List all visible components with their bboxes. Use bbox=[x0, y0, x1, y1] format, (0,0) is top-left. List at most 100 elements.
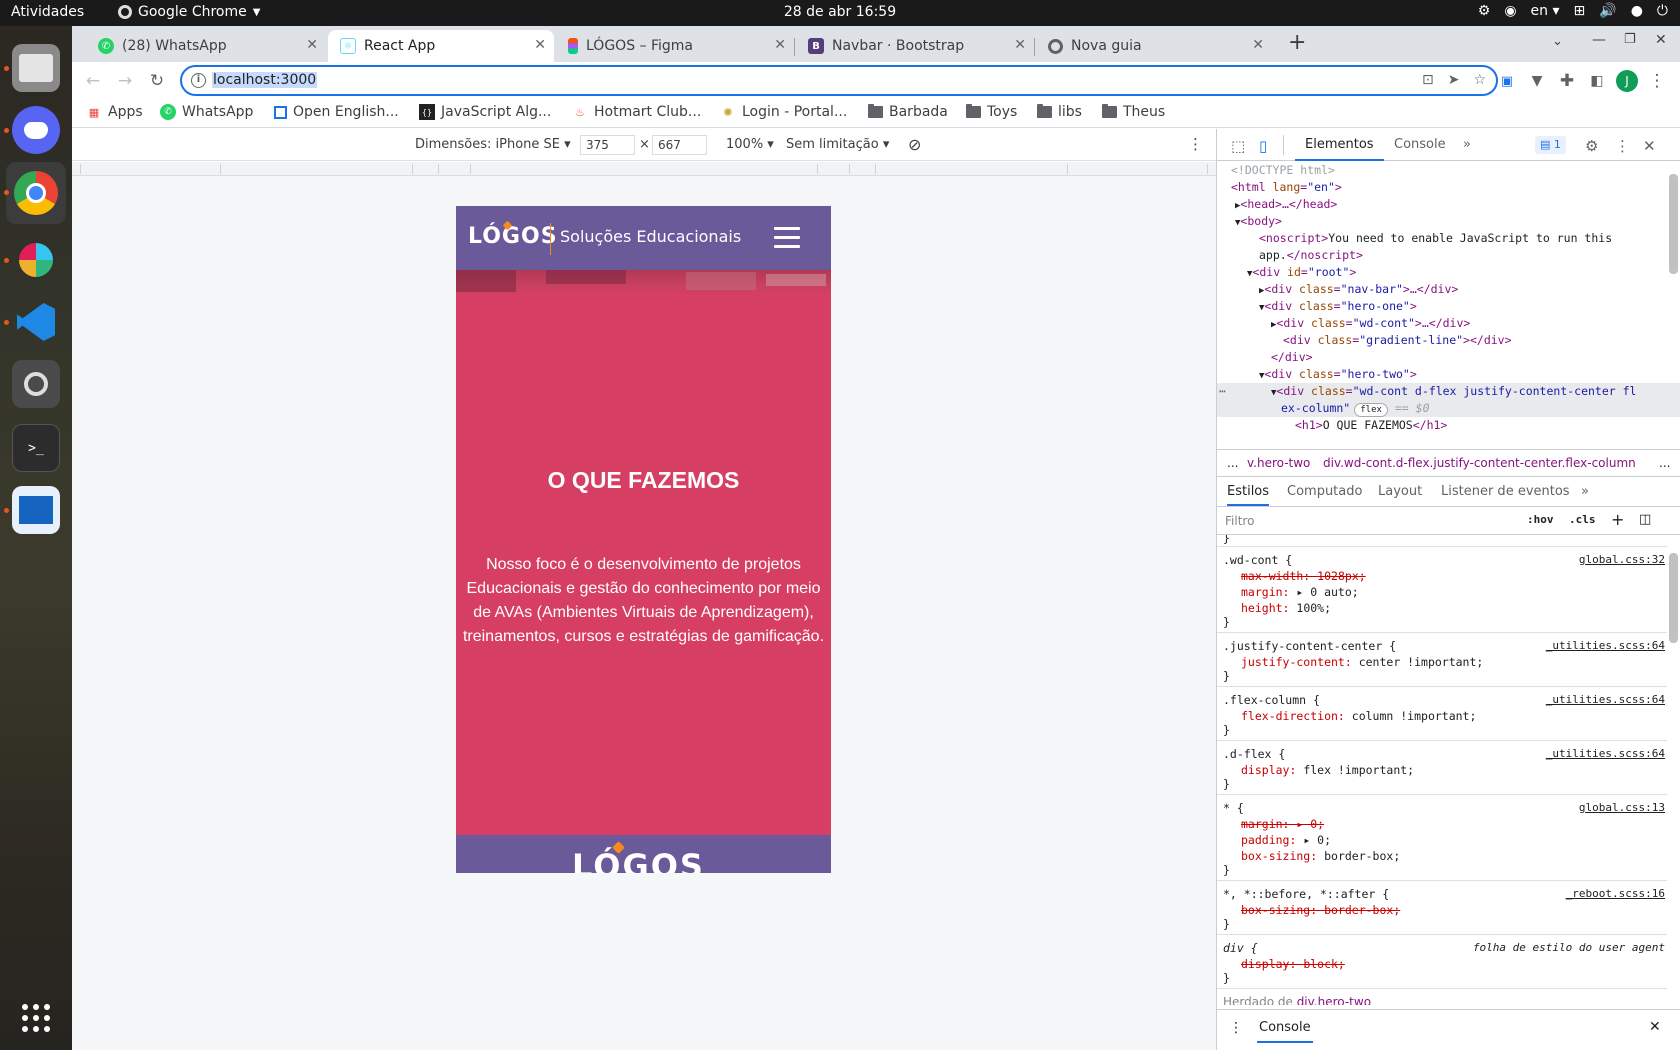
tab-new[interactable]: Nova guia ✕ bbox=[1036, 30, 1272, 62]
activities-button[interactable]: Atividades bbox=[11, 4, 84, 20]
show-apps-icon[interactable] bbox=[12, 994, 60, 1042]
slack-icon[interactable] bbox=[12, 236, 60, 284]
discord-icon[interactable] bbox=[12, 106, 60, 154]
vscode-icon[interactable] bbox=[12, 298, 60, 346]
tab-console[interactable]: Console bbox=[1394, 137, 1446, 152]
discord-tray-icon[interactable]: ◉ bbox=[1504, 3, 1516, 19]
node-options-icon[interactable]: ⋯ bbox=[1219, 383, 1226, 400]
site-info-icon[interactable]: i bbox=[191, 73, 206, 88]
drawer-menu-icon[interactable]: ⋮ bbox=[1229, 1020, 1243, 1036]
close-window-icon[interactable]: ✕ bbox=[1655, 32, 1667, 48]
dom-node[interactable]: <html lang="en"> bbox=[1217, 179, 1680, 196]
dom-node[interactable]: ▶<div class="nav-bar">…</div> bbox=[1217, 281, 1680, 298]
chrome-dock-icon[interactable] bbox=[6, 162, 66, 224]
breadcrumb-item[interactable]: v.hero-two bbox=[1247, 456, 1310, 470]
rule-selector[interactable]: div { bbox=[1223, 941, 1258, 955]
extension-icon[interactable]: ▣ bbox=[1494, 68, 1520, 94]
tab-elements[interactable]: Elementos bbox=[1295, 137, 1384, 161]
dom-node[interactable]: app.</noscript> bbox=[1217, 247, 1680, 264]
tab-react-app[interactable]: ⚛ React App ✕ bbox=[328, 30, 554, 62]
hamburger-menu-icon[interactable] bbox=[774, 227, 800, 249]
breadcrumb-item-current[interactable]: div.wd-cont.d-flex.justify-content-cente… bbox=[1323, 456, 1636, 470]
style-property[interactable]: box-sizing: border-box; bbox=[1241, 903, 1400, 917]
breadcrumb-more[interactable]: ... bbox=[1659, 456, 1670, 470]
tab-figma[interactable]: LÓGOS – Figma ✕ bbox=[556, 30, 794, 62]
device-more-icon[interactable]: ⋮ bbox=[1188, 135, 1203, 153]
toggle-sidebar-icon[interactable]: ◫ bbox=[1639, 512, 1651, 527]
flex-badge[interactable]: flex bbox=[1354, 403, 1388, 417]
dom-node[interactable]: <!DOCTYPE html> bbox=[1217, 162, 1680, 179]
more-subtabs-button[interactable]: » bbox=[1581, 484, 1589, 499]
bookmark-star-icon[interactable]: ☆ bbox=[1473, 72, 1486, 88]
logo[interactable]: LÓGOS bbox=[468, 220, 558, 249]
new-tab-button[interactable]: + bbox=[1288, 30, 1306, 55]
close-tab-icon[interactable]: ✕ bbox=[1014, 37, 1026, 53]
style-rule[interactable]: .wd-cont {global.css:32 max-width: 1028px… bbox=[1217, 549, 1667, 633]
rule-selector[interactable]: *, *::before, *::after { bbox=[1223, 887, 1389, 901]
chrome-menu-icon[interactable]: ⋮ bbox=[1644, 68, 1670, 94]
device-height-input[interactable]: 667 bbox=[652, 135, 707, 155]
extension-v-icon[interactable]: ▼ bbox=[1524, 68, 1550, 94]
rule-source-link[interactable]: _utilities.scss:64 bbox=[1546, 693, 1665, 706]
drawer-tab-console[interactable]: Console bbox=[1257, 1020, 1313, 1043]
media-query-ruler[interactable] bbox=[72, 162, 1216, 176]
rule-source-link[interactable]: _reboot.scss:16 bbox=[1566, 887, 1665, 900]
tab-event-listeners[interactable]: Listener de eventos bbox=[1441, 484, 1570, 499]
tab-layout[interactable]: Layout bbox=[1378, 484, 1422, 499]
profile-avatar[interactable]: J bbox=[1614, 68, 1640, 94]
style-rule[interactable]: *, *::before, *::after { _reboot.scss:16b… bbox=[1217, 883, 1667, 935]
tab-computed[interactable]: Computado bbox=[1287, 484, 1362, 499]
devtools-menu-icon[interactable]: ⋮ bbox=[1615, 137, 1630, 155]
breadcrumb-overflow[interactable]: ... bbox=[1227, 456, 1238, 470]
back-icon[interactable]: ← bbox=[80, 68, 106, 94]
tab-styles[interactable]: Estilos bbox=[1227, 484, 1270, 506]
bookmark-folder-toys[interactable]: Toys bbox=[966, 104, 1017, 120]
style-property[interactable]: justify-content: center !important; bbox=[1241, 655, 1483, 669]
throttle-select[interactable]: Sem limitação ▾ bbox=[786, 137, 889, 152]
zoom-select[interactable]: 100% ▾ bbox=[726, 137, 774, 152]
device-toggle-icon[interactable]: ▯ bbox=[1259, 137, 1267, 155]
style-property[interactable]: margin: ▸ 0; bbox=[1241, 817, 1324, 831]
new-rule-button[interactable]: + bbox=[1611, 510, 1624, 529]
dom-node[interactable]: <h1>O QUE FAZEMOS</h1> bbox=[1217, 417, 1680, 432]
inspect-element-icon[interactable]: ⬚ bbox=[1231, 137, 1245, 155]
dom-node[interactable]: ▶<head>…</head> bbox=[1217, 196, 1680, 213]
terminal-icon[interactable]: >_ bbox=[12, 424, 60, 472]
close-tab-icon[interactable]: ✕ bbox=[1252, 37, 1264, 53]
rule-source-link[interactable]: global.css:32 bbox=[1579, 553, 1665, 566]
minimize-icon[interactable]: — bbox=[1592, 32, 1606, 48]
rule-selector[interactable]: * { bbox=[1223, 801, 1244, 815]
extensions-puzzle-icon[interactable]: ✚ bbox=[1554, 68, 1580, 94]
style-property[interactable]: padding: ▸ 0; bbox=[1241, 833, 1331, 847]
volume-icon[interactable]: 🔊 bbox=[1599, 3, 1616, 19]
files-icon[interactable] bbox=[12, 44, 60, 92]
style-property[interactable]: display: block; bbox=[1241, 957, 1345, 971]
app-icon[interactable] bbox=[12, 486, 60, 534]
power-icon[interactable]: ⏻ bbox=[1657, 3, 1668, 19]
close-tab-icon[interactable]: ✕ bbox=[306, 37, 318, 53]
rotate-icon[interactable]: ⊘ bbox=[908, 135, 921, 154]
tab-bootstrap[interactable]: B Navbar · Bootstrap ✕ bbox=[796, 30, 1034, 62]
bookmark-folder-theus[interactable]: Theus bbox=[1102, 104, 1165, 120]
dom-scrollbar[interactable] bbox=[1669, 174, 1678, 274]
styles-scrollbar[interactable] bbox=[1669, 553, 1678, 643]
close-devtools-icon[interactable]: ✕ bbox=[1643, 137, 1656, 155]
microphone-icon[interactable]: ● bbox=[1631, 3, 1643, 19]
more-tabs-button[interactable]: » bbox=[1463, 137, 1471, 152]
dom-node[interactable]: <noscript>You need to enable JavaScript … bbox=[1217, 230, 1680, 247]
close-tab-icon[interactable]: ✕ bbox=[774, 37, 786, 53]
tab-search-icon[interactable]: ⌄ bbox=[1552, 34, 1563, 49]
app-menu[interactable]: Google Chrome ▼ bbox=[118, 4, 260, 20]
bookmark-hotmart[interactable]: ♨ Hotmart Club... bbox=[572, 104, 701, 120]
inherited-selector-link[interactable]: div.hero-two bbox=[1297, 995, 1371, 1005]
dom-node[interactable]: ▶<div class="wd-cont">…</div> bbox=[1217, 315, 1680, 332]
style-property[interactable]: box-sizing: border-box; bbox=[1241, 849, 1400, 863]
style-rule[interactable]: .justify-content-center {_utilities.scss… bbox=[1217, 635, 1667, 687]
system-tray[interactable]: ⚙ ◉ en ▾ ⊞ 🔊 ● ⏻ bbox=[1478, 3, 1668, 19]
dom-node[interactable]: ▼<div class="hero-one"> bbox=[1217, 298, 1680, 315]
address-bar[interactable]: i localhost:3000 ⊡ ➤ ☆ bbox=[180, 65, 1498, 96]
bookmark-javascript[interactable]: {} JavaScript Alg... bbox=[419, 104, 551, 120]
bookmark-folder-barbada[interactable]: Barbada bbox=[868, 104, 948, 120]
dom-node[interactable]: ▼<div class="hero-two"> bbox=[1217, 366, 1680, 383]
style-property[interactable]: margin: ▸ 0 auto; bbox=[1241, 585, 1359, 599]
